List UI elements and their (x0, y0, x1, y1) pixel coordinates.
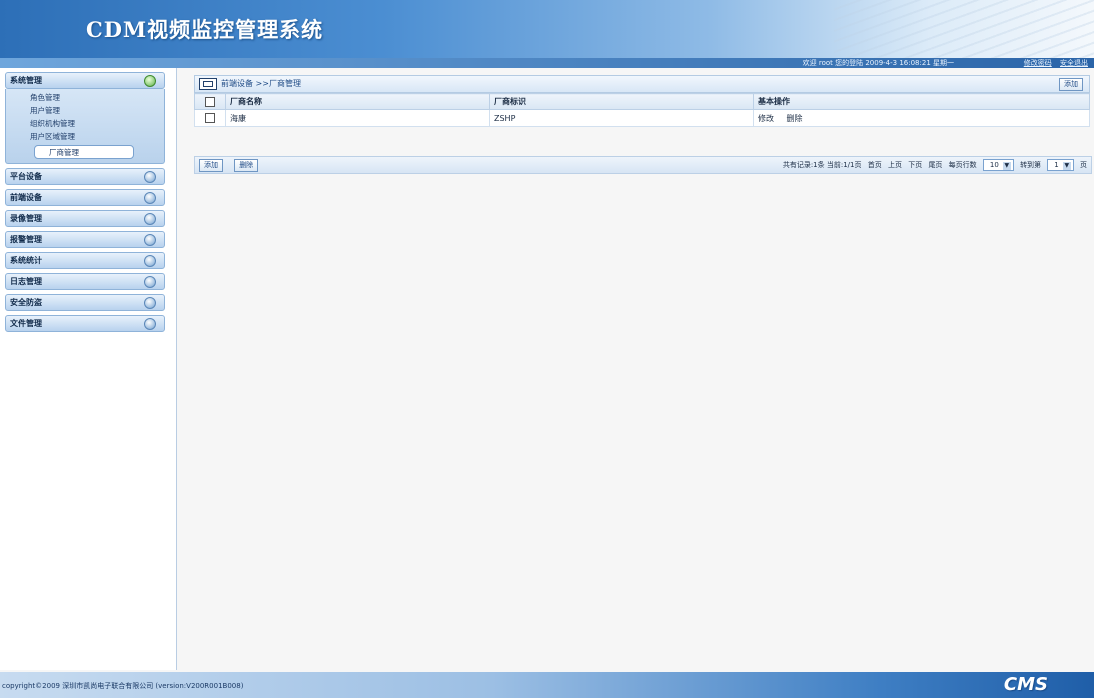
expand-icon (144, 192, 156, 204)
status-bar: 欢迎 root 您的登陆 2009-4-3 16:08:21 星期一 修改密码 … (0, 58, 1094, 68)
sidebar: 系统管理 角色管理 用户管理 组织机构管理 用户区域管理 厂商管理 平台设备 前… (0, 68, 177, 670)
delete-link[interactable]: 删除 (787, 114, 803, 123)
change-password-link[interactable]: 修改密码 (1024, 59, 1052, 67)
expand-icon (144, 171, 156, 183)
expand-icon (144, 276, 156, 288)
sidebar-item-organizations[interactable]: 组织机构管理 (6, 117, 164, 130)
sidebar-item-vendors[interactable]: 厂商管理 (34, 145, 134, 159)
per-page-label: 每页行数 (948, 161, 977, 169)
sidebar-group-label: 日志管理 (10, 277, 42, 286)
collapse-icon (144, 75, 156, 87)
table-header-row: 厂商名称 厂商标识 基本操作 (194, 93, 1090, 110)
app-header: CDM视频监控管理系统 (0, 0, 1094, 58)
sidebar-group-files[interactable]: 文件管理 (5, 315, 165, 332)
chevron-down-icon: ▼ (1062, 162, 1071, 170)
jump-label: 转到第 (1020, 161, 1042, 169)
vendor-table: 厂商名称 厂商标识 基本操作 海康 ZSHP 修改 删除 (194, 93, 1090, 127)
app-footer: copyright©2009 深圳市凯尚电子联合有限公司 (version:V2… (0, 672, 1094, 698)
select-all-cell (194, 93, 226, 110)
sidebar-group-label: 安全防盗 (10, 298, 42, 307)
sidebar-group: 安全防盗 (5, 294, 165, 311)
page-jump-value: 1 (1054, 161, 1059, 169)
sidebar-group-statistics[interactable]: 系统统计 (5, 252, 165, 269)
sidebar-group: 录像管理 (5, 210, 165, 227)
breadcrumb-bar: 前端设备 >>厂商管理 添加 (194, 75, 1090, 93)
sidebar-group-label: 平台设备 (10, 172, 42, 181)
sidebar-group-header[interactable]: 系统管理 (5, 72, 165, 89)
sidebar-group: 系统统计 (5, 252, 165, 269)
sidebar-group-label: 系统管理 (10, 76, 42, 85)
select-all-checkbox[interactable] (205, 96, 215, 107)
brand-logo: CMS (1003, 674, 1048, 695)
monitor-icon (199, 78, 217, 90)
sidebar-submenu: 角色管理 用户管理 组织机构管理 用户区域管理 厂商管理 (5, 89, 165, 164)
ops-cell: 修改 删除 (753, 109, 1090, 127)
per-page-value: 10 (989, 161, 999, 169)
pagination-bar: 添加 删除 共有记录:1条 当前:1/1页 首页 上页 下页 尾页 每页行数 1… (194, 156, 1092, 174)
prev-page-link[interactable]: 上页 (888, 161, 902, 169)
breadcrumb: 前端设备 >>厂商管理 (221, 79, 301, 88)
sidebar-group-label: 录像管理 (10, 214, 42, 223)
sidebar-group: 前端设备 (5, 189, 165, 206)
sidebar-group-platform-devices[interactable]: 平台设备 (5, 168, 165, 185)
vendor-code-cell: ZSHP (489, 109, 754, 127)
expand-icon (144, 234, 156, 246)
sidebar-item-user-regions[interactable]: 用户区域管理 (6, 130, 164, 143)
sidebar-group-label: 系统统计 (10, 256, 42, 265)
login-info: 欢迎 root 您的登陆 2009-4-3 16:08:21 星期一 (802, 59, 954, 67)
column-header-ops: 基本操作 (753, 93, 1090, 110)
sidebar-group-alarms[interactable]: 报警管理 (5, 231, 165, 248)
row-select-cell (194, 109, 226, 127)
add-button-top[interactable]: 添加 (1059, 78, 1083, 91)
sidebar-group-label: 前端设备 (10, 193, 42, 202)
sidebar-group: 日志管理 (5, 273, 165, 290)
first-page-link[interactable]: 首页 (868, 161, 882, 169)
sidebar-group-front-devices[interactable]: 前端设备 (5, 189, 165, 206)
sidebar-group-label: 报警管理 (10, 235, 42, 244)
sidebar-group-logs[interactable]: 日志管理 (5, 273, 165, 290)
last-page-link[interactable]: 尾页 (928, 161, 942, 169)
expand-icon (144, 297, 156, 309)
next-page-link[interactable]: 下页 (908, 161, 922, 169)
delete-button[interactable]: 删除 (234, 159, 259, 172)
add-button[interactable]: 添加 (199, 159, 223, 172)
record-summary: 共有记录:1条 当前:1/1页 (782, 161, 862, 169)
bulk-actions: 添加 删除 (199, 159, 266, 172)
table-row: 海康 ZSHP 修改 删除 (194, 109, 1090, 127)
column-header-name: 厂商名称 (225, 93, 490, 110)
per-page-select[interactable]: 10 ▼ (982, 159, 1014, 171)
sidebar-group-label: 文件管理 (10, 319, 42, 328)
sidebar-group: 报警管理 (5, 231, 165, 248)
sidebar-group: 平台设备 (5, 168, 165, 185)
main-content: 前端设备 >>厂商管理 添加 厂商名称 厂商标识 基本操作 海康 ZSHP 修改… (186, 70, 1092, 670)
sidebar-group-system: 系统管理 角色管理 用户管理 组织机构管理 用户区域管理 厂商管理 (5, 72, 165, 164)
header-decoration (834, 0, 1094, 58)
copyright-text: copyright©2009 深圳市凯尚电子联合有限公司 (version:V2… (2, 682, 244, 690)
expand-icon (144, 255, 156, 267)
vendor-name-cell: 海康 (225, 109, 490, 127)
logout-link[interactable]: 安全退出 (1060, 59, 1088, 67)
sidebar-item-roles[interactable]: 角色管理 (6, 91, 164, 104)
row-checkbox[interactable] (205, 113, 215, 123)
app-title: CDM视频监控管理系统 (86, 17, 324, 42)
page-jump-select[interactable]: 1 ▼ (1047, 159, 1074, 171)
sidebar-item-users[interactable]: 用户管理 (6, 104, 164, 117)
sidebar-group: 文件管理 (5, 315, 165, 332)
sidebar-group-recordings[interactable]: 录像管理 (5, 210, 165, 227)
page-suffix: 页 (1080, 161, 1087, 169)
expand-icon (144, 318, 156, 330)
pagination-controls: 共有记录:1条 当前:1/1页 首页 上页 下页 尾页 每页行数 10 ▼ 转到第… (779, 159, 1087, 171)
edit-link[interactable]: 修改 (758, 114, 774, 123)
sidebar-group-security[interactable]: 安全防盗 (5, 294, 165, 311)
column-header-code: 厂商标识 (489, 93, 754, 110)
chevron-down-icon: ▼ (1002, 162, 1011, 170)
header-links: 修改密码 安全退出 (1018, 58, 1088, 68)
expand-icon (144, 213, 156, 225)
